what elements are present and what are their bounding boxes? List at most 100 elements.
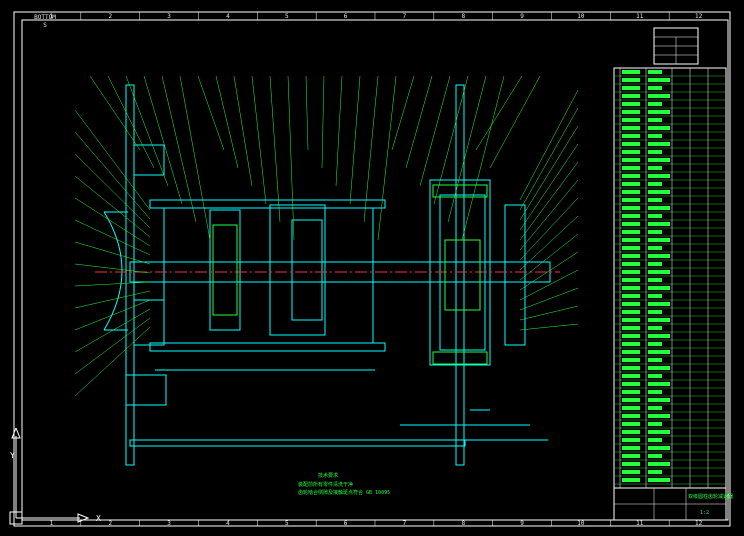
parts-list-cell	[622, 254, 640, 258]
ucs-axis-icon: X Y	[9, 428, 101, 525]
leader-line	[519, 179, 579, 251]
parts-list-cell	[622, 334, 640, 338]
column-mark: 12	[695, 13, 703, 20]
leader-line	[519, 107, 579, 211]
parts-list-cell	[622, 438, 640, 442]
parts-list-cell	[648, 278, 662, 282]
column-mark: 9	[520, 13, 524, 20]
parts-list-cell	[622, 174, 640, 178]
leader-line	[519, 197, 579, 261]
leader-line	[74, 308, 151, 353]
parts-list-cell	[648, 350, 670, 354]
parts-list-cell	[648, 422, 662, 426]
notes-line-2: 齿轮啮合侧隙及接触斑点符合 GB 10095	[298, 489, 390, 496]
column-mark: 2	[108, 520, 112, 527]
parts-list-cell	[622, 350, 640, 354]
leader-line	[74, 326, 151, 397]
parts-list-cell	[622, 470, 640, 474]
column-mark: 10	[577, 520, 585, 527]
parts-list-cell	[648, 222, 670, 226]
column-mark: 7	[403, 520, 407, 527]
leader-line	[519, 233, 579, 281]
parts-list-cell	[622, 238, 640, 242]
parts-list-cell	[648, 470, 662, 474]
parts-list-cell	[648, 462, 670, 466]
parts-list-cell	[648, 366, 670, 370]
column-mark: 12	[695, 520, 703, 527]
leader-line	[74, 109, 151, 211]
parts-list-cell	[622, 454, 640, 458]
parts-list-cell	[622, 430, 640, 434]
parts-list-cell	[648, 94, 670, 98]
parts-list-cell	[648, 134, 662, 138]
parts-list-cell	[648, 214, 662, 218]
parts-list-cell	[622, 94, 640, 98]
leader-line	[143, 75, 183, 205]
parts-list-cell	[622, 270, 640, 274]
parts-list-cell	[648, 102, 662, 106]
parts-list-cell	[648, 142, 670, 146]
leader-line	[519, 125, 579, 221]
column-mark: 5	[285, 520, 289, 527]
parts-list-cell	[622, 158, 640, 162]
parts-list-cell	[622, 414, 640, 418]
cad-viewport[interactable]: 1 2 3 4 5 6 7 8 9 10 11 12 1 2 3 4 5 6 7 8 9 10 11 12	[0, 0, 744, 536]
parts-list-cell	[622, 406, 640, 410]
column-mark: 10	[577, 13, 585, 20]
parts-list-cell	[622, 190, 640, 194]
parts-list-cell	[648, 254, 670, 258]
parts-list-cell	[622, 142, 640, 146]
parts-list-cell	[622, 150, 640, 154]
parts-list-cell	[648, 342, 662, 346]
leader-line	[447, 75, 487, 223]
parts-list-cell	[622, 326, 640, 330]
parts-list-cell	[648, 110, 670, 114]
leader-line	[74, 241, 151, 265]
parts-list-cell	[622, 198, 640, 202]
cad-drawing[interactable]: 1 2 3 4 5 6 7 8 9 10 11 12 1 2 3 4 5 6 7 8 9 10 11 12	[0, 0, 744, 536]
gear-highlights	[212, 184, 488, 365]
leader-line	[125, 75, 169, 187]
parts-list-cell	[622, 310, 640, 314]
parts-list-cell	[622, 78, 640, 82]
column-mark: 11	[636, 520, 644, 527]
leader-line	[74, 263, 151, 274]
leader-line	[74, 219, 151, 256]
column-mark: 3	[167, 520, 171, 527]
parts-list-cell	[648, 390, 662, 394]
parts-list-cell	[648, 270, 670, 274]
notes-title: 技术要求	[318, 472, 338, 479]
column-mark: 6	[344, 13, 348, 20]
parts-list-cell	[648, 158, 670, 162]
column-mark: 5	[285, 13, 289, 20]
leader-line	[519, 287, 579, 311]
parts-list-cell	[648, 230, 662, 234]
parts-list-cell	[622, 398, 640, 402]
parts-list-cell	[648, 374, 662, 378]
parts-list-cell	[622, 70, 640, 74]
column-mark: 4	[226, 520, 230, 527]
parts-list-cell	[648, 118, 662, 122]
parts-list-cell	[648, 302, 670, 306]
column-mark: 8	[461, 13, 465, 20]
leader-line	[377, 75, 397, 241]
notes-line-1: 装配前所有零件清洗干净	[298, 481, 353, 488]
assembly-drawing	[103, 84, 551, 466]
column-mark: 3	[167, 13, 171, 20]
parts-list-cell	[622, 230, 640, 234]
parts-list-cell	[622, 374, 640, 378]
parts-list-cell	[648, 198, 662, 202]
parts-list-cell	[648, 438, 662, 442]
leader-line	[251, 75, 267, 205]
parts-list-cell	[622, 134, 640, 138]
leader-line	[197, 75, 225, 151]
parts-list	[613, 27, 727, 489]
parts-list-cell	[622, 278, 640, 282]
parts-list-cell	[622, 422, 640, 426]
technical-notes: 技术要求 装配前所有零件清洗干净 齿轮啮合侧隙及接触斑点符合 GB 10095	[298, 472, 390, 496]
parts-list-cell	[622, 390, 640, 394]
leader-line	[519, 89, 579, 201]
parts-list-cell	[622, 294, 640, 298]
parts-list-cell	[648, 190, 670, 194]
parts-list-cell	[648, 78, 670, 82]
